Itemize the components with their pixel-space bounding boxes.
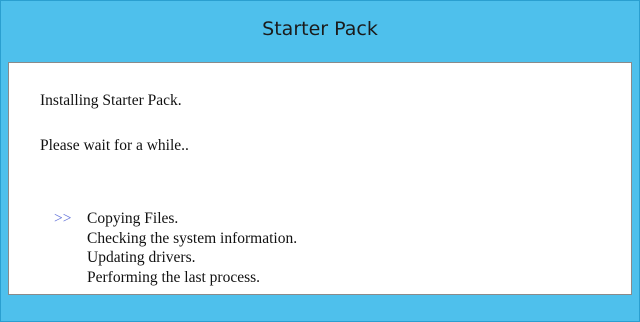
window-bottom-frame [1, 295, 639, 321]
installer-window: Starter Pack Installing Starter Pack. Pl… [0, 0, 640, 322]
step-item-last-process: Performing the last process. [60, 268, 297, 288]
installing-message: Installing Starter Pack. [40, 92, 182, 109]
step-label: Checking the system information. [87, 229, 298, 247]
step-label: Copying Files. [87, 210, 179, 227]
step-item-copying-files: >> Copying Files. [54, 209, 297, 229]
step-label: Updating drivers. [87, 249, 196, 266]
step-item-checking-system: Checking the system information. [60, 229, 297, 249]
step-item-updating-drivers: Updating drivers. [60, 248, 297, 268]
wait-message: Please wait for a while.. [40, 137, 189, 154]
content-panel: Installing Starter Pack. Please wait for… [8, 62, 632, 295]
progress-step-list: >> Copying Files. Checking the system in… [54, 209, 297, 288]
title-bar: Starter Pack [1, 1, 639, 57]
current-step-marker-icon: >> [54, 210, 72, 227]
step-label: Performing the last process. [87, 268, 261, 286]
window-title: Starter Pack [262, 18, 378, 40]
